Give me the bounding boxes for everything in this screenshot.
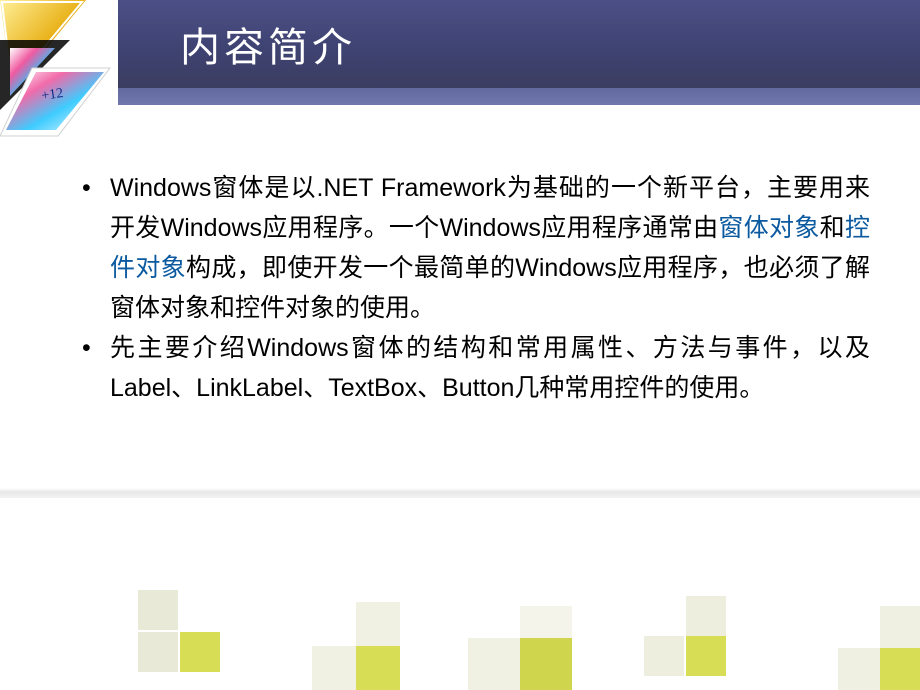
pixel-square: [686, 596, 726, 636]
footer-decoration: [0, 480, 920, 690]
pixel-square: [356, 602, 400, 646]
pixel-square: [312, 646, 356, 690]
body-text: 和: [820, 214, 845, 242]
pixel-square: [520, 638, 572, 690]
pixel-square: [138, 590, 178, 630]
title-strip: 内容简介: [118, 0, 920, 88]
pixel-square: [880, 648, 920, 690]
bullet-item: 先主要介绍Windows窗体的结构和常用属性、方法与事件，以及Label、Lin…: [70, 328, 870, 408]
pixel-square: [0, 638, 52, 690]
footer-gradient-band: [0, 488, 920, 498]
body-text: 构成，即使开发一个最简单的Windows应用程序，也必须了解窗体对象和控件对象的…: [110, 254, 870, 322]
highlight-text: 窗体对象: [718, 214, 819, 242]
title-bar: 内容简介: [0, 0, 920, 132]
body-text: 先主要介绍Windows窗体的结构和常用属性、方法与事件，以及Label、Lin…: [110, 334, 870, 402]
pixel-square: [356, 646, 400, 690]
pixel-square: [180, 632, 220, 672]
slide-title: 内容简介: [118, 15, 356, 73]
pixel-square: [880, 606, 920, 648]
bullet-item: Windows窗体是以.NET Framework为基础的一个新平台，主要用来开…: [70, 168, 870, 328]
pixel-square: [686, 636, 726, 676]
slide-body: Windows窗体是以.NET Framework为基础的一个新平台，主要用来开…: [70, 168, 870, 408]
pixel-square: [138, 632, 178, 672]
pixel-square: [644, 636, 684, 676]
bullet-list: Windows窗体是以.NET Framework为基础的一个新平台，主要用来开…: [70, 168, 870, 408]
pixel-square: [520, 606, 572, 638]
pixel-square: [468, 638, 520, 690]
pixel-square: [838, 648, 880, 690]
